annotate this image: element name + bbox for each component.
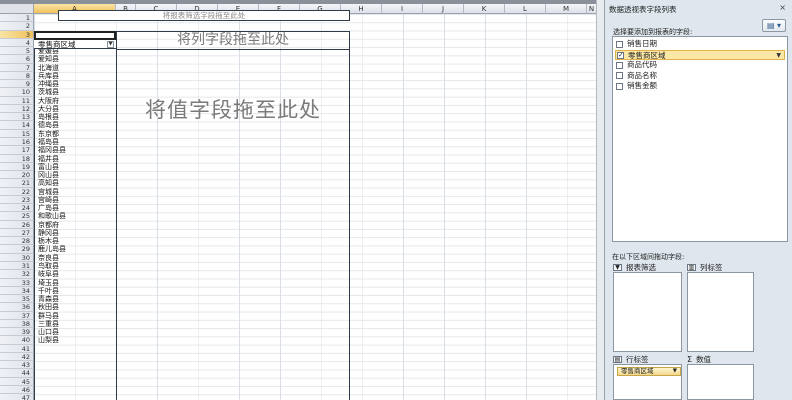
row-header-34[interactable]: 34 xyxy=(0,286,34,296)
row-header-22[interactable]: 22 xyxy=(0,187,34,196)
field-checkbox[interactable] xyxy=(616,40,623,48)
row-field-header-cell[interactable]: 零售商区域 ▼ xyxy=(34,39,116,49)
row-header-41[interactable]: 41 xyxy=(0,344,34,353)
row-header-25[interactable]: 25 xyxy=(0,212,34,221)
row-header-23[interactable]: 23 xyxy=(0,195,34,205)
row-labels-area[interactable]: 零售商区域 ▼ xyxy=(613,364,682,400)
field-label: 商品代码 xyxy=(627,60,657,69)
sigma-icon: Σ xyxy=(687,355,693,364)
row-header-12[interactable]: 12 xyxy=(0,104,34,114)
field-item[interactable]: ✓ 零售商区域 ▼ xyxy=(615,49,785,61)
row-header-7[interactable]: 7 xyxy=(0,63,34,72)
close-icon[interactable]: × xyxy=(779,3,786,12)
row-header-13[interactable]: 13 xyxy=(0,113,34,122)
drag-fields-label: 在以下区域间拖动字段: xyxy=(612,253,685,261)
row-header-3[interactable]: 3 xyxy=(0,30,34,39)
select-all-corner[interactable] xyxy=(0,4,34,14)
layout-options-button[interactable]: ▤ ▾ xyxy=(762,19,786,32)
row-field-item[interactable]: 零售商区域 ▼ xyxy=(617,367,681,376)
filter-dropdown-icon[interactable]: ▼ xyxy=(107,41,114,48)
field-label: 商品名称 xyxy=(627,70,657,80)
column-header-m[interactable]: M xyxy=(546,4,587,14)
row-header-5[interactable]: 5 xyxy=(0,47,34,56)
field-label: 销售日期 xyxy=(627,39,657,48)
row-header-8[interactable]: 8 xyxy=(0,71,34,81)
field-checkbox[interactable] xyxy=(616,72,623,79)
row-header-32[interactable]: 32 xyxy=(0,270,34,279)
column-field-drop-zone[interactable]: 将列字段拖至此处 xyxy=(116,31,350,50)
row-header-14[interactable]: 14 xyxy=(0,121,34,130)
chevron-down-icon[interactable]: ▼ xyxy=(673,368,677,375)
row-header-20[interactable]: 20 xyxy=(0,171,34,180)
row-header-15[interactable]: 15 xyxy=(0,129,34,138)
worksheet[interactable]: ABCDEFGHIJKLMN 1234567891011121314151617… xyxy=(0,0,596,400)
column-labels-icon: ▥ xyxy=(687,264,696,271)
row-header-24[interactable]: 24 xyxy=(0,204,34,213)
row-header-35[interactable]: 35 xyxy=(0,295,34,304)
row-header-27[interactable]: 27 xyxy=(0,228,34,238)
report-filter-area[interactable] xyxy=(613,272,682,352)
row-header-9[interactable]: 9 xyxy=(0,80,34,89)
row-header-28[interactable]: 28 xyxy=(0,237,34,246)
row-header-38[interactable]: 38 xyxy=(0,319,34,329)
row-header-42[interactable]: 42 xyxy=(0,352,34,362)
row-header-4[interactable]: 4 xyxy=(0,38,34,48)
cell-spacer xyxy=(34,22,116,30)
row-header-47[interactable]: 47 xyxy=(0,394,34,400)
field-checkbox[interactable] xyxy=(616,82,623,90)
field-item[interactable]: 商品名称 xyxy=(615,71,785,82)
row-header-36[interactable]: 36 xyxy=(0,303,34,312)
row-header-2[interactable]: 2 xyxy=(0,22,34,31)
column-header-n[interactable]: N xyxy=(587,4,596,14)
row-header-26[interactable]: 26 xyxy=(0,220,34,229)
row-header-17[interactable]: 17 xyxy=(0,146,34,155)
row-header-40[interactable]: 40 xyxy=(0,336,34,345)
field-label: 零售商区域 xyxy=(628,50,666,60)
row-header-31[interactable]: 31 xyxy=(0,261,34,271)
field-item[interactable]: 销售日期 xyxy=(615,39,785,50)
row-header-33[interactable]: 33 xyxy=(0,278,34,287)
field-checkbox[interactable]: ✓ xyxy=(617,52,624,59)
report-filter-drop-zone[interactable]: 将报表筛选字段拖至此处 xyxy=(58,9,350,21)
row-header-18[interactable]: 18 xyxy=(0,154,34,163)
panel-title: 数据透视表字段列表 xyxy=(609,5,677,14)
chevron-down-icon[interactable]: ▼ xyxy=(776,51,781,61)
field-list-box: 销售日期 ✓ 零售商区域 ▼ 商品代码 商品名称 销售金额 xyxy=(612,36,788,242)
row-header-29[interactable]: 29 xyxy=(0,245,34,254)
row-header-44[interactable]: 44 xyxy=(0,369,34,378)
row-header-21[interactable]: 21 xyxy=(0,179,34,188)
row-header-30[interactable]: 30 xyxy=(0,253,34,262)
vertical-scrollbar[interactable] xyxy=(596,0,604,400)
value-field-drop-zone[interactable]: 将值字段拖至此处 xyxy=(117,94,349,124)
column-header-j[interactable]: J xyxy=(423,4,464,14)
row-labels-icon: ▤ xyxy=(613,356,622,363)
row-field-header-label: 零售商区域 xyxy=(38,39,76,49)
values-area[interactable] xyxy=(687,364,754,400)
row-headers: 1 2 3 4 5 6 7 8 9 10 11 12 13 14 15 16 17 18 19 20 21 22 23 24 2… xyxy=(0,14,34,400)
row-header-45[interactable]: 45 xyxy=(0,377,34,386)
pivot-table-frame xyxy=(34,30,350,400)
row-header-46[interactable]: 46 xyxy=(0,385,34,395)
filter-icon: ▼ xyxy=(613,264,622,271)
column-header-i[interactable]: I xyxy=(382,4,423,14)
row-header-39[interactable]: 39 xyxy=(0,328,34,337)
column-header-k[interactable]: K xyxy=(464,4,505,14)
field-item[interactable]: 商品代码 xyxy=(615,60,785,71)
row-header-10[interactable]: 10 xyxy=(0,88,34,97)
field-label: 销售金额 xyxy=(627,81,657,90)
row-header-19[interactable]: 19 xyxy=(0,162,34,172)
row-header-1[interactable]: 1 xyxy=(0,14,34,23)
active-cell-a3[interactable] xyxy=(34,30,116,40)
row-header-11[interactable]: 11 xyxy=(0,96,34,105)
pivot-field-list-panel: 数据透视表字段列表 × ▤ ▾ 选择要添加到报表的字段: 销售日期 ✓ 零售商区域 ▼… xyxy=(604,0,792,400)
row-header-37[interactable]: 37 xyxy=(0,311,34,320)
pivot-column-divider xyxy=(116,30,117,400)
row-header-6[interactable]: 6 xyxy=(0,55,34,64)
column-header-l[interactable]: L xyxy=(505,4,546,14)
column-labels-area[interactable] xyxy=(687,272,754,352)
field-item[interactable]: 销售金额 xyxy=(615,81,785,92)
row-header-43[interactable]: 43 xyxy=(0,361,34,370)
field-checkbox[interactable] xyxy=(616,61,623,69)
row-header-16[interactable]: 16 xyxy=(0,137,34,147)
